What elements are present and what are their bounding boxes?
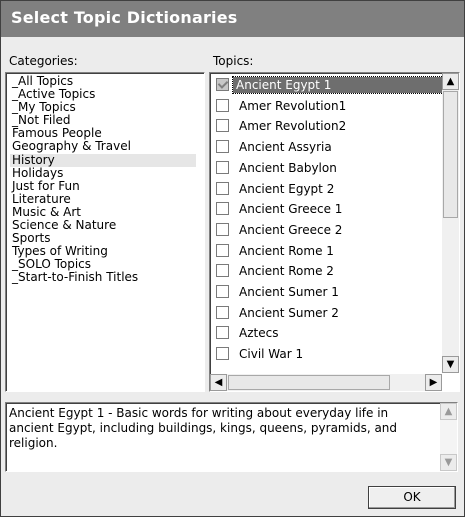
chevron-right-icon: ▶ xyxy=(429,377,438,388)
topics-horizontal-scrollbar[interactable]: ◀ ▶ xyxy=(210,374,442,391)
desc-scroll-down-button[interactable]: ▼ xyxy=(440,454,457,471)
topic-checkbox[interactable] xyxy=(216,326,229,340)
topic-checkbox[interactable] xyxy=(216,285,229,298)
topic-checkbox[interactable] xyxy=(216,160,229,174)
topic-label[interactable]: Ancient Sumer 1 xyxy=(236,284,342,300)
topic-checkbox[interactable] xyxy=(216,305,229,319)
category-item[interactable]: _Start-to-Finish Titles xyxy=(10,271,196,284)
description-vertical-scrollbar[interactable]: ▲ ▼ xyxy=(440,403,457,471)
category-item[interactable]: Holidays xyxy=(10,166,196,180)
topic-checkbox[interactable] xyxy=(216,222,229,236)
topic-checkbox[interactable] xyxy=(216,78,229,91)
topic-label[interactable]: Ancient Egypt 1 xyxy=(232,76,446,94)
topic-label[interactable]: Amer Revolution1 xyxy=(236,98,349,114)
topics-list: Ancient Egypt 1 Amer Revolution1 Amer Revo… xyxy=(210,73,446,367)
topic-label[interactable]: Ancient Rome 1 xyxy=(236,243,337,259)
chevron-left-icon: ◀ xyxy=(214,377,223,388)
topic-row[interactable]: Ancient Rome 2 xyxy=(210,262,446,282)
topic-checkbox[interactable] xyxy=(216,119,229,133)
topic-row[interactable]: Ancient Greece 2 xyxy=(210,221,446,241)
scroll-left-button[interactable]: ◀ xyxy=(210,374,227,391)
topic-checkbox[interactable] xyxy=(216,264,229,278)
scroll-down-button[interactable]: ▼ xyxy=(442,356,459,373)
topic-label[interactable]: Civil War 1 xyxy=(236,346,306,362)
chevron-up-icon: ▲ xyxy=(446,76,455,87)
topic-label[interactable]: Amer Revolution2 xyxy=(236,118,349,134)
topic-checkbox[interactable] xyxy=(216,140,229,154)
topic-row[interactable]: Ancient Assyria xyxy=(210,138,446,158)
topic-label[interactable]: Ancient Egypt 2 xyxy=(236,181,337,197)
categories-label: Categories: xyxy=(9,54,78,68)
topics-vertical-scrollbar[interactable]: ▲ ▼ xyxy=(442,73,459,373)
topic-label[interactable]: Ancient Sumer 2 xyxy=(236,305,342,321)
desc-scroll-up-button[interactable]: ▲ xyxy=(440,403,457,420)
select-topic-dictionaries-dialog: Select Topic Dictionaries Categories: To… xyxy=(0,0,465,517)
topic-checkbox[interactable] xyxy=(216,202,229,216)
topic-label[interactable]: Ancient Greece 1 xyxy=(236,201,345,217)
horizontal-scroll-thumb[interactable] xyxy=(228,375,390,390)
topic-label[interactable]: Ancient Babylon xyxy=(236,160,340,176)
category-item[interactable]: Literature xyxy=(10,192,196,206)
category-item[interactable]: History xyxy=(10,153,196,167)
topic-row[interactable]: Ancient Rome 1 xyxy=(210,242,446,262)
topic-row[interactable]: Ancient Egypt 1 xyxy=(210,76,446,96)
topic-row[interactable]: Ancient Babylon xyxy=(210,159,446,179)
topics-listbox[interactable]: Ancient Egypt 1 Amer Revolution1 Amer Revo… xyxy=(209,72,460,392)
categories-list: _All Topics _Active Topics _My Topics _Not … xyxy=(10,74,196,285)
topic-checkbox[interactable] xyxy=(216,98,229,112)
ok-button[interactable]: OK xyxy=(368,486,456,509)
topic-row[interactable]: Amer Revolution1 xyxy=(210,97,446,117)
categories-listbox[interactable]: _All Topics _Active Topics _My Topics _Not … xyxy=(5,72,205,392)
topic-label[interactable]: Aztecs xyxy=(236,325,281,341)
title-bar[interactable]: Select Topic Dictionaries xyxy=(1,1,464,37)
topic-row[interactable]: Ancient Sumer 2 xyxy=(210,304,446,324)
chevron-up-icon: ▲ xyxy=(444,406,453,417)
topic-label[interactable]: Ancient Greece 2 xyxy=(236,222,345,238)
scroll-right-button[interactable]: ▶ xyxy=(425,374,442,391)
topic-row[interactable]: Amer Revolution2 xyxy=(210,117,446,137)
description-box[interactable]: Ancient Egypt 1 - Basic words for writin… xyxy=(5,402,458,472)
dialog-title: Select Topic Dictionaries xyxy=(11,8,238,27)
chevron-down-icon: ▼ xyxy=(446,359,455,370)
scroll-up-button[interactable]: ▲ xyxy=(442,73,459,90)
topic-row[interactable]: Ancient Egypt 2 xyxy=(210,180,446,200)
category-item[interactable]: Just for Fun xyxy=(10,179,196,193)
topic-row[interactable]: Civil War 1 xyxy=(210,345,446,365)
chevron-down-icon: ▼ xyxy=(444,457,453,468)
topic-checkbox[interactable] xyxy=(216,243,229,257)
topic-label[interactable]: Ancient Assyria xyxy=(236,139,335,155)
category-item[interactable]: Geography & Travel xyxy=(10,140,196,153)
topic-label[interactable]: Ancient Rome 2 xyxy=(236,263,337,279)
topic-checkbox[interactable] xyxy=(216,181,229,195)
topics-label: Topics: xyxy=(213,54,254,68)
description-text: Ancient Egypt 1 - Basic words for writin… xyxy=(9,406,398,450)
topic-row[interactable]: Aztecs xyxy=(210,324,446,344)
topic-row[interactable]: Ancient Greece 1 xyxy=(210,200,446,220)
vertical-scroll-thumb[interactable] xyxy=(443,91,458,218)
topic-checkbox[interactable] xyxy=(216,347,229,361)
topic-row[interactable]: Ancient Sumer 1 xyxy=(210,283,446,303)
